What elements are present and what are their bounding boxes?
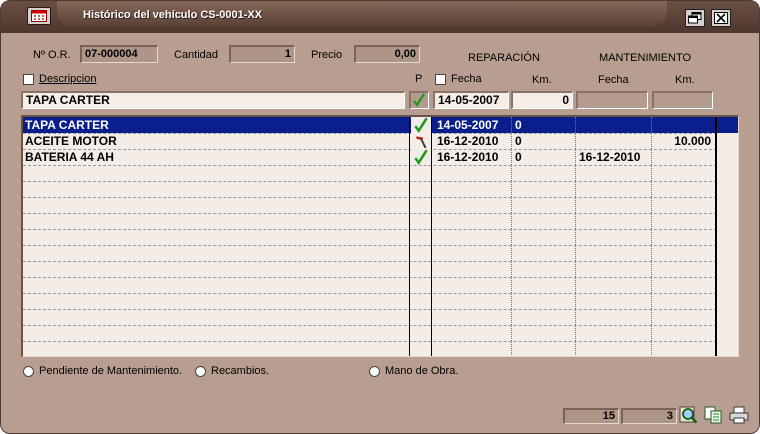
restore-button[interactable] (685, 9, 705, 27)
grid-divider (511, 117, 512, 356)
window-title: Histórico del vehículo CS-0001-XX (83, 9, 263, 21)
price-label: Precio (311, 49, 343, 61)
km-column-header: Km. (532, 74, 552, 86)
grid-row-line (23, 197, 717, 198)
restore-icon (688, 12, 702, 24)
check-icon (411, 117, 431, 133)
search-button[interactable] (679, 405, 699, 425)
date-column-header: Fecha (451, 73, 482, 85)
description-column-header[interactable]: Descripcion (39, 73, 96, 85)
grid-divider-p-right (431, 117, 432, 356)
grid-row-line (23, 309, 717, 310)
grid-row-line (23, 325, 717, 326)
grid-row-line (23, 245, 717, 246)
table-row[interactable]: TAPA CARTER 14-05-2007 0 (23, 117, 738, 133)
maintenance-date-column-header: Fecha (598, 74, 629, 86)
spare-parts-label[interactable]: Recambios. (211, 365, 269, 377)
close-icon (714, 12, 728, 24)
p-toggle[interactable] (409, 91, 429, 109)
system-menu-button[interactable] (27, 7, 51, 25)
row-repair-date: 16-12-2010 (437, 134, 499, 148)
km-input[interactable]: 0 (511, 91, 573, 109)
quantity-field: 1 (229, 45, 295, 63)
grid-row-line (23, 229, 717, 230)
description-checkbox[interactable] (23, 74, 34, 85)
copy-icon (704, 406, 722, 424)
current-record-field: 3 (621, 408, 677, 424)
history-window: Histórico del vehículo CS-0001-XX Nº O.R… (0, 0, 760, 434)
description-input[interactable]: TAPA CARTER (21, 91, 405, 109)
grid-divider (651, 117, 652, 356)
order-number-label: Nº O.R. (33, 49, 71, 61)
maintenance-km-input[interactable] (652, 91, 713, 109)
labour-radio[interactable] (369, 366, 380, 377)
calendar-icon (31, 10, 47, 22)
printer-icon (729, 406, 749, 424)
grid-row-line (23, 165, 717, 166)
grid-divider (575, 117, 576, 356)
history-grid[interactable]: TAPA CARTER 14-05-2007 0 ACEITE MOTOR 16-12-… (21, 115, 739, 357)
table-row[interactable]: BATERIA 44 AH 16-12-2010 0 16-12-2010 (23, 149, 738, 165)
row-description: TAPA CARTER (25, 118, 109, 132)
grid-row-line (23, 277, 717, 278)
pending-maintenance-radio[interactable] (23, 366, 34, 377)
check-icon (411, 149, 431, 165)
grid-divider-p-left (409, 117, 410, 356)
grid-row-line (23, 293, 717, 294)
total-records-field: 15 (563, 408, 619, 424)
maintenance-km-column-header: Km. (675, 74, 695, 86)
p-column-header: P (415, 73, 423, 85)
row-description: BATERIA 44 AH (25, 150, 114, 164)
row-repair-km: 0 (515, 150, 522, 164)
spare-parts-radio[interactable] (195, 366, 206, 377)
check-icon (413, 93, 425, 107)
date-input[interactable]: 14-05-2007 (433, 91, 509, 109)
row-repair-km: 0 (515, 118, 522, 132)
price-field: 0,00 (354, 45, 420, 63)
table-row[interactable]: ACEITE MOTOR 16-12-2010 0 10.000 (23, 133, 738, 149)
grid-row-line (23, 341, 717, 342)
grid-divider-right (715, 117, 717, 356)
hammer-icon (411, 133, 431, 149)
grid-row-line (23, 213, 717, 214)
maintenance-section-label: MANTENIMIENTO (599, 52, 692, 64)
labour-label[interactable]: Mano de Obra. (385, 365, 458, 377)
maintenance-date-input[interactable] (576, 91, 648, 109)
repair-section-label: REPARACIÓN (468, 52, 540, 64)
close-button[interactable] (711, 9, 731, 27)
copy-button[interactable] (704, 405, 724, 425)
date-checkbox[interactable] (435, 74, 446, 85)
row-maintenance-km: 10.000 (674, 134, 711, 148)
row-repair-date: 16-12-2010 (437, 150, 499, 164)
print-button[interactable] (729, 405, 749, 425)
grid-row-line (23, 261, 717, 262)
row-repair-km: 0 (515, 134, 522, 148)
row-repair-date: 14-05-2007 (437, 118, 499, 132)
grid-row-line (23, 181, 717, 182)
pending-maintenance-label[interactable]: Pendiente de Mantenimiento. (39, 365, 182, 377)
row-maintenance-date: 16-12-2010 (579, 150, 641, 164)
quantity-label: Cantidad (174, 49, 219, 61)
row-description: ACEITE MOTOR (25, 134, 117, 148)
order-number-field: 07-000004 (80, 45, 158, 63)
search-icon (679, 406, 698, 424)
